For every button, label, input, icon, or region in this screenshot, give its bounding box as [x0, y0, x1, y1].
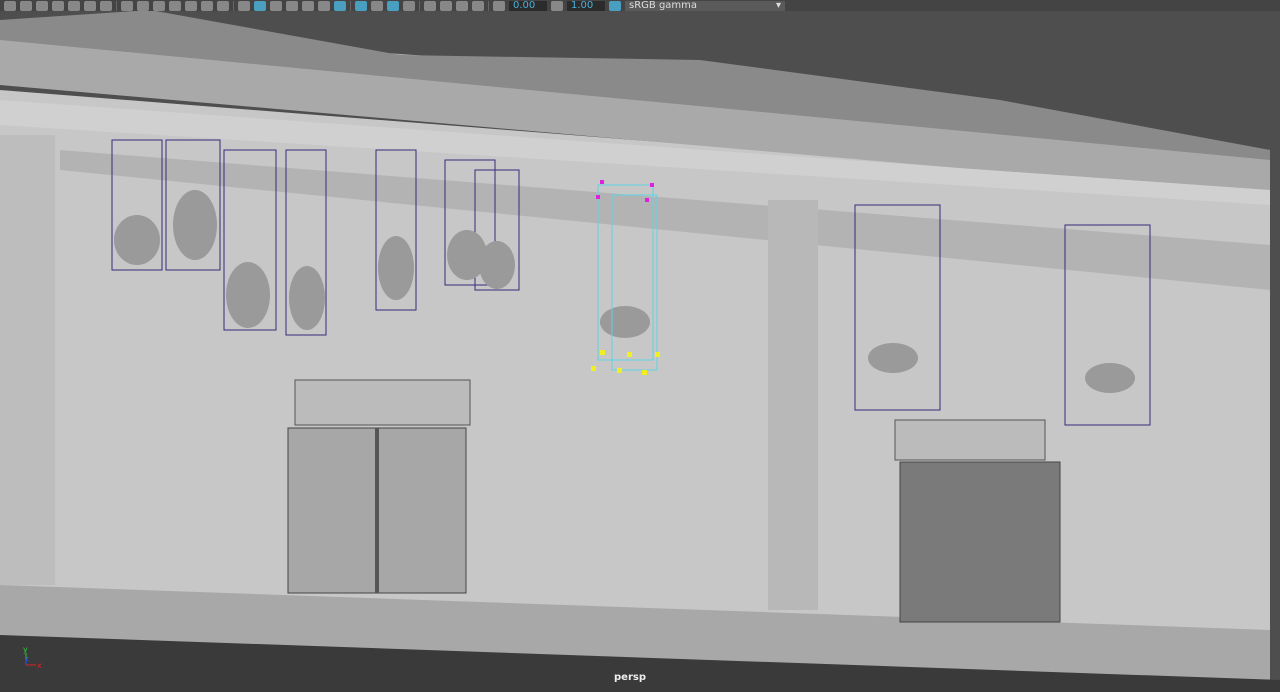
grid-icon[interactable] — [121, 0, 133, 11]
gamma-icon[interactable] — [551, 0, 563, 11]
pillar-left — [0, 135, 55, 585]
view-axis-indicator: y x z — [23, 645, 42, 670]
safe-title-icon[interactable] — [217, 0, 229, 11]
smooth-shade-icon[interactable] — [254, 0, 266, 11]
move-icon[interactable] — [440, 0, 452, 11]
color-space-dropdown[interactable]: sRGB gamma ▾ — [625, 0, 785, 11]
toolbar-filler — [900, 0, 1280, 11]
scale-icon[interactable] — [472, 0, 484, 11]
viewport-toolbar: 0.00 1.00 sRGB gamma ▾ — [0, 0, 900, 11]
xray-components-icon[interactable] — [403, 0, 415, 11]
textured-icon[interactable] — [286, 0, 298, 11]
separator — [419, 0, 420, 11]
pillar-middle — [768, 200, 818, 610]
gate-mask-icon[interactable] — [169, 0, 181, 11]
axis-y-label: y — [23, 645, 28, 654]
ambient-occlusion-icon[interactable] — [334, 0, 346, 11]
shadows-icon[interactable] — [318, 0, 330, 11]
3d-viewport[interactable]: y x z persp — [0, 11, 1280, 692]
axis-x-label: x — [37, 661, 42, 670]
camera-name-label: persp — [614, 672, 646, 683]
separator — [233, 0, 234, 11]
color-management-icon[interactable] — [609, 0, 621, 11]
door-right — [899, 461, 1061, 623]
separator — [488, 0, 489, 11]
select-camera-icon[interactable] — [4, 0, 16, 11]
safe-action-icon[interactable] — [201, 0, 213, 11]
zoom-2d-icon[interactable] — [84, 0, 96, 11]
pan-2d-icon[interactable] — [100, 0, 112, 11]
chevron-down-icon: ▾ — [775, 0, 781, 11]
rotate-icon[interactable] — [456, 0, 468, 11]
bookmark-icon[interactable] — [52, 0, 64, 11]
film-gate-icon[interactable] — [137, 0, 149, 11]
separator — [116, 0, 117, 11]
exposure-icon[interactable] — [493, 0, 505, 11]
exposure-field[interactable]: 0.00 — [509, 0, 547, 11]
xray-joints-icon[interactable] — [387, 0, 399, 11]
separator — [350, 0, 351, 11]
door-transom-left — [294, 379, 471, 426]
scene-render — [0, 11, 1280, 692]
gamma-field[interactable]: 1.00 — [567, 0, 605, 11]
select-tool-icon[interactable] — [424, 0, 436, 11]
xray-icon[interactable] — [371, 0, 383, 11]
wireframe-icon[interactable] — [238, 0, 250, 11]
camera-attributes-icon[interactable] — [36, 0, 48, 11]
resolution-gate-icon[interactable] — [153, 0, 165, 11]
door-transom-right — [894, 419, 1046, 461]
isolate-select-icon[interactable] — [355, 0, 367, 11]
color-space-value: sRGB gamma — [629, 0, 698, 11]
use-lights-icon[interactable] — [302, 0, 314, 11]
field-chart-icon[interactable] — [185, 0, 197, 11]
image-plane-icon[interactable] — [68, 0, 80, 11]
axis-z-label: z — [25, 655, 29, 663]
default-material-icon[interactable] — [270, 0, 282, 11]
lock-camera-icon[interactable] — [20, 0, 32, 11]
